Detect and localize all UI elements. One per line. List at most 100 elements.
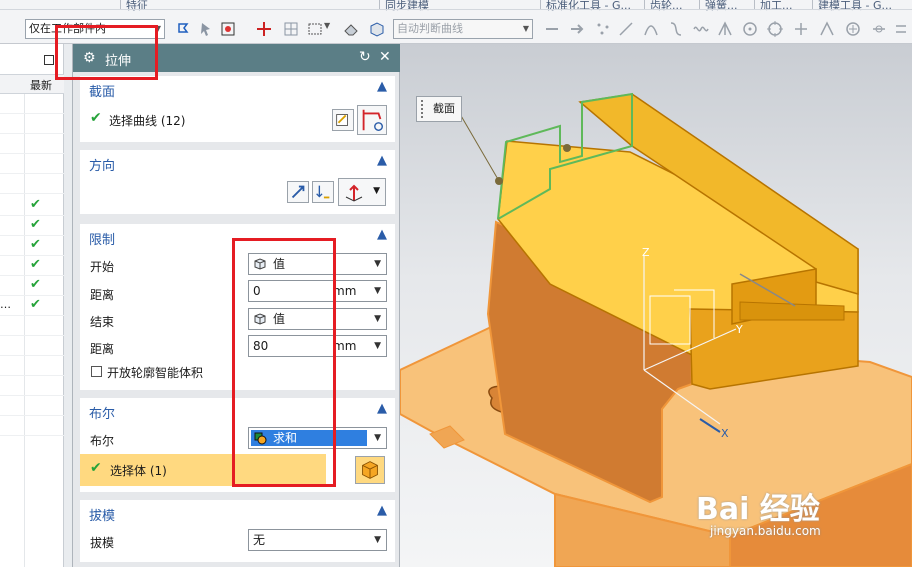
table-row[interactable] [0,134,64,154]
snap-icon[interactable] [176,20,194,38]
box-select-icon[interactable] [306,20,324,38]
check-icon: ✔ [30,217,41,232]
wave-icon[interactable] [692,20,710,38]
toolbar-divider [0,9,912,10]
point-add-icon[interactable] [255,20,273,38]
curve-icon[interactable] [642,20,660,38]
quadrant-icon[interactable] [766,20,784,38]
check-icon: ✔ [30,257,41,272]
inferred-vector-dropdown[interactable]: ▼ [338,178,386,206]
draft-group: 拔模 ▲ 拔模 无 ▼ [80,500,395,562]
solid-body-icon[interactable] [355,456,385,484]
restore-window-icon[interactable] [44,55,54,65]
reverse-direction-icon[interactable] [312,181,334,203]
line-icon[interactable] [617,20,635,38]
chevron-up-icon[interactable]: ▲ [377,503,387,518]
section-heading: 截面 [89,85,116,100]
start-distance-unit: mm [333,284,357,298]
annotation-box-limits [232,238,336,487]
table-row[interactable]: ✔ [0,196,64,216]
table-row[interactable]: ✔ [0,256,64,276]
open-profile-label: 开放轮廓智能体积 [107,366,204,380]
close-icon[interactable]: ✕ [379,49,391,65]
direction-group: 方向 ▲ ▼ [80,150,395,214]
toolbar-group-separator [699,0,700,9]
circle-center-icon[interactable] [741,20,759,38]
chevron-down-icon: ▼ [374,286,381,296]
chevron-up-icon[interactable]: ▲ [377,401,387,416]
part-navigator: 最新 ✔ ✔ ✔ ✔ ✔ … ✔ [0,44,64,567]
annotation-box-title [55,25,158,80]
toolbar-group-label: 同步建模 [385,0,429,12]
direction-heading: 方向 [89,159,116,174]
toolbar-group-label: 齿轮... [650,0,683,12]
scatter-icon[interactable] [594,20,612,38]
table-row[interactable]: ✔ [0,236,64,256]
part-model [400,92,912,567]
bisect-icon[interactable] [818,20,836,38]
toolbar-group-separator [644,0,645,9]
intersect-icon[interactable] [716,20,734,38]
reset-icon[interactable]: ↻ [359,49,371,65]
toolbar-group-label: 弹簧... [705,0,738,12]
chevron-up-icon[interactable]: ▲ [377,227,387,242]
check-icon: ✔ [30,197,41,212]
table-row[interactable]: ✔ [0,216,64,236]
select-point-icon[interactable] [219,20,237,38]
table-row[interactable] [0,154,64,174]
table-row[interactable] [0,396,64,416]
watermark-logo: Bai 经验 [696,492,820,527]
check-icon: ✔ [30,277,41,292]
curve-select-icon[interactable] [357,105,387,135]
end-distance-label: 距离 [90,342,115,356]
chevron-down-icon[interactable]: ▼ [324,21,330,30]
toolbar-group-separator [540,0,541,9]
handle-point [563,144,571,152]
nearest-point-icon[interactable] [870,20,888,38]
s-curve-icon[interactable] [667,20,685,38]
cursor-icon[interactable] [197,20,215,38]
table-row[interactable] [0,336,64,356]
table-row[interactable] [0,316,64,336]
target-icon[interactable] [844,20,862,38]
table-row[interactable] [0,94,64,114]
chevron-down-icon: ▼ [374,535,381,545]
chevron-up-icon[interactable]: ▲ [377,153,387,168]
chain-icon[interactable] [543,20,561,38]
table-row[interactable] [0,376,64,396]
table-row[interactable] [0,416,64,436]
draft-dropdown[interactable]: 无 ▼ [248,529,387,551]
eraser-icon[interactable] [342,20,360,38]
offset-icon[interactable] [893,20,911,38]
select-curve-label[interactable]: 选择曲线 (12) [109,112,185,129]
boolean-heading: 布尔 [89,407,116,422]
axis-x-label: X [721,427,729,440]
grip-icon [421,100,424,118]
curve-rule-combo[interactable]: 自动判断曲线 ▼ [393,19,533,39]
cube-view-icon[interactable] [368,20,386,38]
column-header-latest: 最新 [30,79,52,92]
check-icon: ✔ [90,460,102,476]
table-row[interactable]: … ✔ [0,296,64,316]
graphics-viewport[interactable]: 截面 Z Y X Bai 经验 jingyan.baidu.com [400,44,912,567]
vector-dialog-icon[interactable] [287,181,309,203]
toolbar-group-separator [120,0,121,9]
chevron-up-icon[interactable]: ▲ [377,79,387,94]
draft-heading: 拔模 [89,509,116,524]
table-row[interactable] [0,174,64,194]
leader-line [459,113,500,182]
table-row[interactable] [0,114,64,134]
grid-icon[interactable] [282,20,300,38]
table-row[interactable] [0,356,64,376]
plus-icon[interactable] [792,20,810,38]
toolbar-group-label: 特征 [126,0,148,12]
start-distance-label: 距离 [90,288,115,302]
start-label: 开始 [90,260,115,274]
section-callout-tag[interactable]: 截面 [416,96,462,122]
open-profile-checkbox[interactable] [91,366,102,377]
select-body-label: 选择体 (1) [110,464,167,478]
arrow-right-icon[interactable] [568,20,586,38]
curve-rule-value: 自动判断曲线 [397,22,463,35]
table-row[interactable]: ✔ [0,276,64,296]
sketch-section-icon[interactable] [332,109,354,131]
